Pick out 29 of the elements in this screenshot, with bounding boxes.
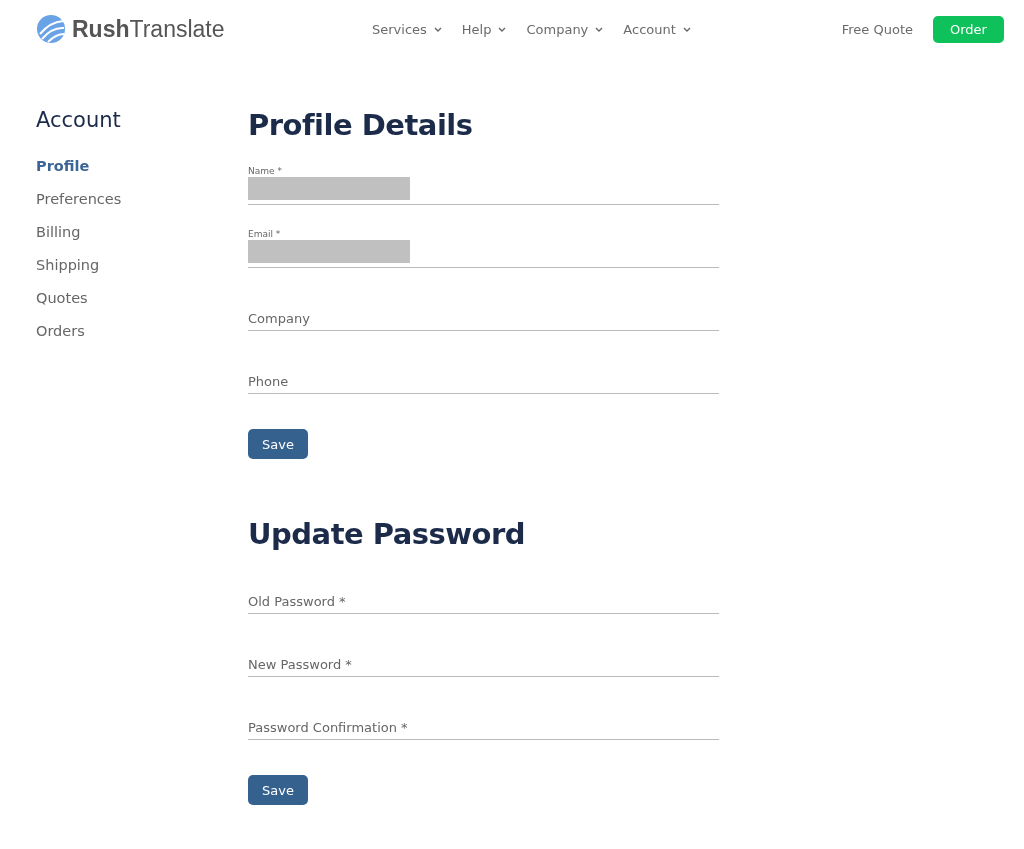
nav-menu-link[interactable]: Account	[623, 21, 691, 37]
chevron-down-icon	[595, 26, 604, 32]
input-field[interactable]: Email *	[248, 226, 719, 268]
input-field[interactable]: Company	[248, 289, 719, 331]
free-quote-link[interactable]: Free Quote	[841, 21, 913, 37]
chevron-down-icon	[498, 26, 507, 32]
nav-menu-link[interactable]: Services	[372, 21, 442, 37]
chevron-down-icon	[682, 26, 691, 32]
sidebar-item[interactable]: Profile	[36, 158, 248, 174]
save-button[interactable]: Save	[248, 775, 308, 805]
section-heading: Update Password	[248, 517, 527, 551]
brand-logo-text[interactable]: RushTranslate	[72, 15, 225, 43]
input-field[interactable]: Old Password *	[248, 572, 719, 614]
nav-menu-link[interactable]: Company	[526, 21, 604, 37]
sidebar-item[interactable]: Quotes	[36, 290, 248, 306]
section-heading: Profile Details	[248, 108, 474, 142]
input-field[interactable]: Password Confirmation *	[248, 698, 719, 740]
sidebar-title: Account	[36, 108, 122, 132]
input-field[interactable]: New Password *	[248, 635, 719, 677]
save-button[interactable]: Save	[248, 429, 308, 459]
input-field[interactable]: Phone	[248, 352, 719, 394]
sidebar-item[interactable]: Shipping	[36, 257, 248, 273]
sidebar-item[interactable]: Billing	[36, 224, 248, 240]
input-field[interactable]: Name *	[248, 163, 719, 205]
nav-menu-link[interactable]: Help	[461, 21, 507, 37]
sidebar-item[interactable]: Preferences	[36, 191, 248, 207]
chevron-down-icon	[433, 26, 442, 32]
globe-logo-icon	[36, 14, 66, 44]
sidebar-item[interactable]: Orders	[36, 323, 248, 339]
